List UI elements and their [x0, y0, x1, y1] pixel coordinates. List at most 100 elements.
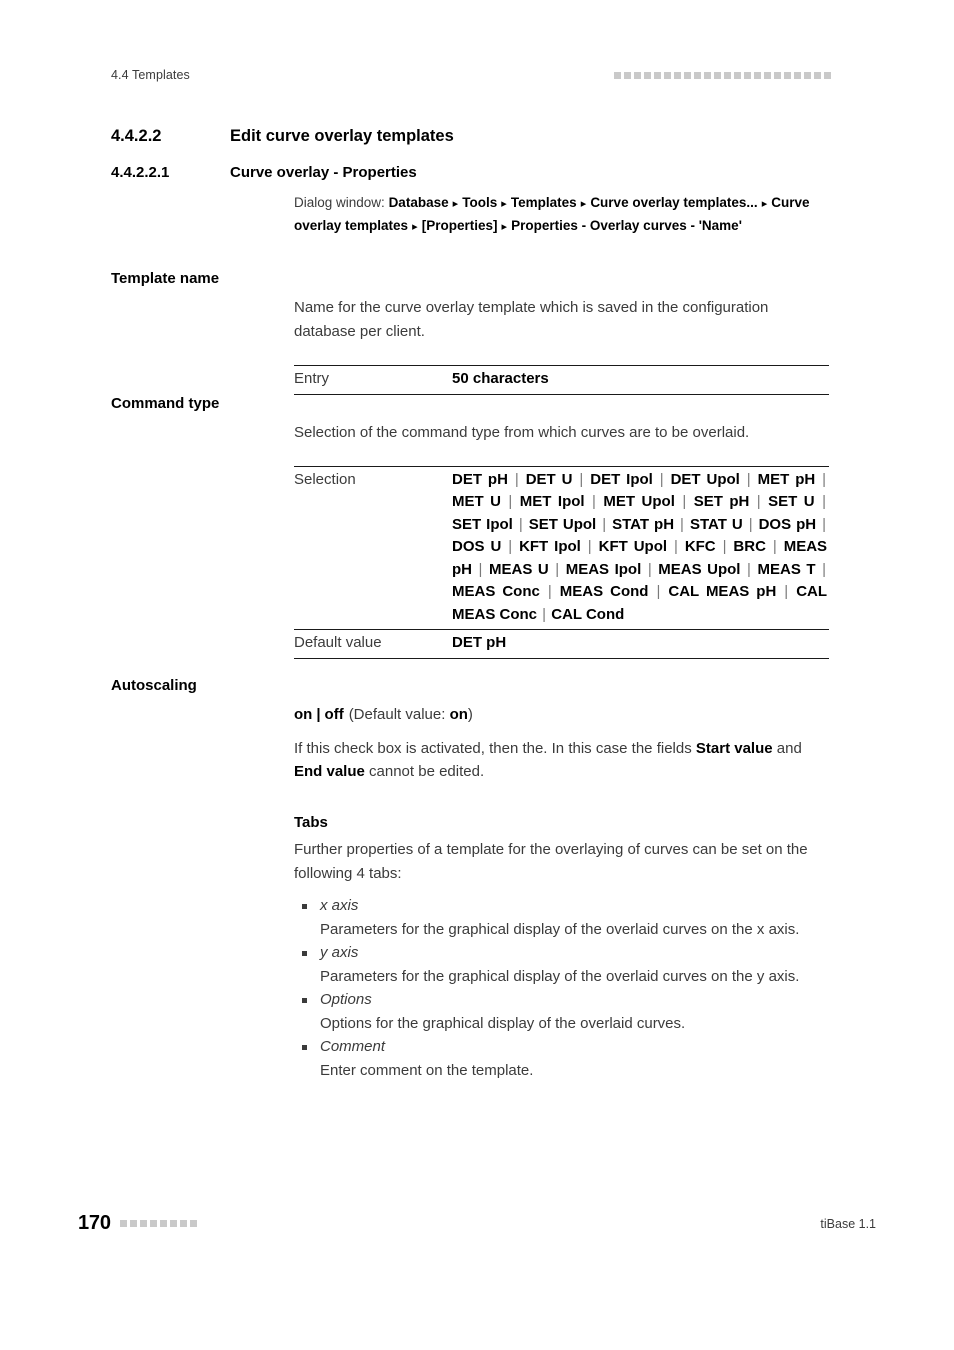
autoscaling-values: on | off (Default value: on) [294, 703, 829, 727]
document-page: 4.4 Templates 4.4.2.2 Edit curve overlay… [0, 0, 954, 1350]
marker-square [674, 71, 681, 79]
page-footer: 170 tiBase 1.1 [78, 1212, 876, 1235]
tab-name: Comment [320, 1038, 386, 1055]
command-type-spec-table: Selection DET pH | DET U | DET Ipol | DE… [294, 465, 829, 659]
tab-description: Options for the graphical display of the… [320, 1014, 686, 1032]
running-head-text: 4.4 Templates [111, 68, 190, 82]
option-separator: | [581, 538, 598, 555]
tab-name: Options [320, 991, 372, 1008]
marker-square [824, 71, 831, 79]
option-separator: | [675, 515, 689, 533]
marker-square [814, 71, 821, 79]
marker-square [724, 71, 731, 79]
selection-option: MEAS Cond [559, 583, 649, 600]
selection-option: KFT Upol [598, 538, 668, 555]
list-item: Options Options for the graphical display… [294, 988, 829, 1035]
selection-options: DET pH | DET U | DET Ipol | DET Upol | M… [452, 466, 829, 630]
marker-square [734, 71, 741, 79]
selection-option: SET pH [693, 493, 750, 510]
option-separator: | [741, 560, 757, 578]
breadcrumb-step: Templates [510, 195, 577, 210]
selection-option: BRC [733, 538, 766, 555]
breadcrumb-arrow-icon: ▸ [449, 198, 462, 210]
marker-square [139, 1220, 147, 1227]
selection-option: STAT pH [612, 515, 675, 533]
running-head: 4.4 Templates [111, 68, 831, 82]
tabs-list: x axis Parameters for the graphical displ… [294, 894, 829, 1082]
selection-option: SET U [768, 493, 815, 510]
marker-square [634, 71, 641, 79]
autoscaling-label: Autoscaling [111, 677, 197, 694]
option-separator: | [815, 493, 826, 510]
autoscaling-default-prefix: (Default value: [348, 706, 450, 723]
autoscaling-desc-bold1: Start value [695, 739, 773, 757]
selection-option: KFC [684, 538, 716, 555]
selection-option: DOS U [452, 538, 502, 555]
table-row: Default value DET pH [294, 629, 829, 658]
selection-option: DET U [525, 470, 573, 488]
marker-square [179, 1220, 187, 1227]
subsection-heading: 4.4.2.2.1 Curve overlay - Properties [111, 164, 417, 181]
breadcrumb-step: Database [388, 195, 449, 210]
selection-option: MET U [452, 493, 501, 510]
section-heading-number: 4.4.2.2 [111, 127, 162, 145]
template-name-block: Name for the curve overlay template whic… [294, 296, 829, 395]
marker-square [684, 71, 691, 79]
breadcrumb-step: Tools [462, 195, 498, 210]
option-separator: | [642, 560, 658, 578]
marker-square [704, 71, 711, 79]
option-separator: | [649, 583, 668, 600]
marker-square [149, 1220, 157, 1227]
dialog-window-path: Dialog window: Database ▸ Tools ▸ Templa… [294, 192, 829, 238]
autoscaling-desc-bold2: End value [294, 763, 365, 780]
tab-description: Parameters for the graphical display of … [320, 920, 800, 938]
autoscaling-desc-part1: If this check box is activated, then the… [294, 739, 696, 757]
dialog-path-label: Dialog window: [294, 195, 385, 210]
list-item: Comment Enter comment on the template. [294, 1035, 829, 1082]
option-separator: | [513, 515, 528, 533]
autoscaling-value-off: off [324, 706, 344, 723]
marker-square [159, 1220, 167, 1227]
marker-square [624, 71, 631, 79]
selection-option: DET Ipol [590, 470, 653, 488]
header-marker-strip [614, 71, 831, 79]
option-separator: | [597, 515, 612, 533]
tabs-block: Tabs Further properties of a template fo… [294, 811, 829, 1083]
tabs-heading: Tabs [294, 813, 328, 831]
command-type-description: Selection of the command type from which… [294, 424, 750, 441]
option-separator: | [573, 470, 590, 488]
selection-option: SET Ipol [452, 515, 513, 533]
spec-value: 50 characters [452, 370, 549, 387]
tab-name: x axis [320, 897, 359, 914]
page-number: 170 [78, 1212, 111, 1234]
footer-marker-strip [119, 1220, 197, 1227]
autoscaling-desc-part2: and [772, 739, 802, 757]
option-separator: | [777, 583, 796, 600]
selection-option: MEAS Upol [658, 560, 741, 578]
selection-option: SET Upol [528, 515, 597, 533]
table-row: Entry 50 characters [294, 366, 829, 395]
marker-square [744, 71, 751, 79]
breadcrumb-arrow-icon: ▸ [758, 198, 771, 210]
spec-key: Entry [294, 370, 330, 387]
breadcrumb-arrow-icon: ▸ [409, 221, 421, 233]
selection-option: MET Upol [603, 493, 675, 510]
section-heading: 4.4.2.2 Edit curve overlay templates [111, 127, 454, 146]
default-value: DET pH [452, 629, 829, 658]
product-name: tiBase 1.1 [820, 1216, 876, 1231]
option-separator: | [816, 470, 827, 488]
selection-option: DET Upol [670, 470, 740, 488]
option-separator: | [817, 515, 826, 533]
marker-square [764, 71, 771, 79]
option-separator: | [743, 515, 758, 533]
selection-option: MET Ipol [519, 493, 585, 510]
selection-option: DOS pH [758, 515, 817, 533]
breadcrumb-step: Properties - Overlay curves - 'Name' [511, 218, 742, 233]
option-separator: | [668, 538, 684, 555]
selection-key: Selection [294, 470, 356, 488]
breadcrumb-arrow-icon: ▸ [498, 221, 511, 233]
option-separator: | [716, 538, 733, 555]
option-separator: | [766, 538, 783, 555]
folio: 170 [78, 1212, 197, 1235]
marker-square [754, 71, 761, 79]
